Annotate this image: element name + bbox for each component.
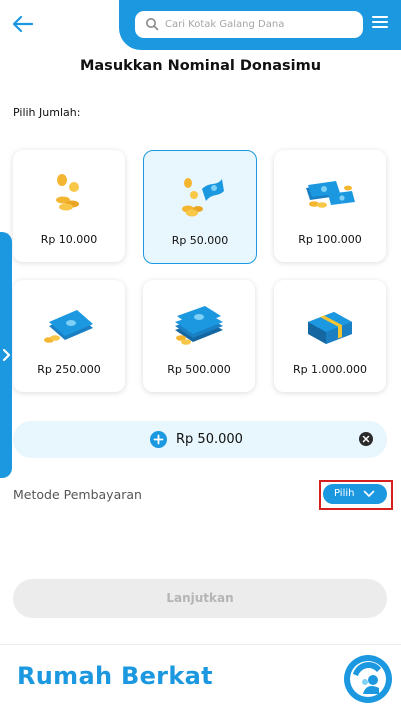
amount-label: Rp 500.000 bbox=[167, 363, 231, 376]
side-drawer-tab[interactable] bbox=[0, 232, 12, 478]
pick-amount-label: Pilih Jumlah: bbox=[13, 106, 81, 119]
amount-card-250000[interactable]: Rp 250.000 bbox=[13, 280, 125, 392]
search-icon bbox=[146, 18, 159, 31]
amount-card-100000[interactable]: Rp 100.000 bbox=[274, 150, 386, 262]
payment-method-dropdown[interactable]: Pilih bbox=[323, 484, 387, 504]
amount-card-10000[interactable]: Rp 10.000 bbox=[13, 150, 125, 262]
page-title: Masukkan Nominal Donasimu bbox=[79, 58, 322, 74]
amount-grid: Rp 10.000 Rp 50.000 Rp 100.000 Rp 250.00… bbox=[13, 150, 388, 395]
chevron-down-icon bbox=[363, 490, 375, 497]
amount-card-50000[interactable]: Rp 50.000 bbox=[143, 150, 257, 264]
money-bundle-icon bbox=[308, 312, 352, 344]
brand-name: Rumah Berkat bbox=[17, 662, 213, 690]
bills-coins-icon bbox=[306, 181, 355, 208]
amount-card-1000000[interactable]: Rp 1.000.000 bbox=[274, 280, 386, 392]
amount-card-500000[interactable]: Rp 500.000 bbox=[143, 280, 255, 392]
footer-divider bbox=[0, 644, 401, 645]
coins-bill-icon bbox=[182, 178, 224, 217]
bill-stack-coins-icon bbox=[44, 310, 93, 343]
amount-label: Rp 250.000 bbox=[37, 363, 101, 376]
coins-icon bbox=[56, 174, 79, 211]
search-box[interactable] bbox=[135, 11, 363, 38]
amount-label: Rp 50.000 bbox=[171, 234, 229, 247]
rumah-berkat-logo-icon bbox=[344, 655, 392, 703]
amount-label: Rp 10.000 bbox=[40, 233, 98, 246]
continue-button[interactable]: Lanjutkan bbox=[13, 579, 387, 618]
money-pile-icon bbox=[175, 306, 223, 345]
top-bar bbox=[0, 0, 401, 50]
amount-label: Rp 1.000.000 bbox=[292, 363, 368, 376]
clear-icon[interactable] bbox=[359, 432, 373, 446]
back-arrow-icon[interactable] bbox=[10, 11, 36, 37]
header-panel bbox=[119, 0, 401, 50]
custom-amount-value: Rp 50.000 bbox=[176, 432, 243, 447]
amount-label: Rp 100.000 bbox=[298, 233, 362, 246]
hamburger-menu-icon[interactable] bbox=[372, 16, 388, 30]
chevron-right-icon bbox=[2, 348, 11, 362]
search-input[interactable] bbox=[165, 11, 355, 38]
plus-icon[interactable] bbox=[150, 431, 167, 448]
dropdown-label: Pilih bbox=[334, 488, 355, 499]
custom-amount-field[interactable]: Rp 50.000 bbox=[13, 421, 387, 458]
payment-method-label: Metode Pembayaran bbox=[13, 487, 142, 502]
